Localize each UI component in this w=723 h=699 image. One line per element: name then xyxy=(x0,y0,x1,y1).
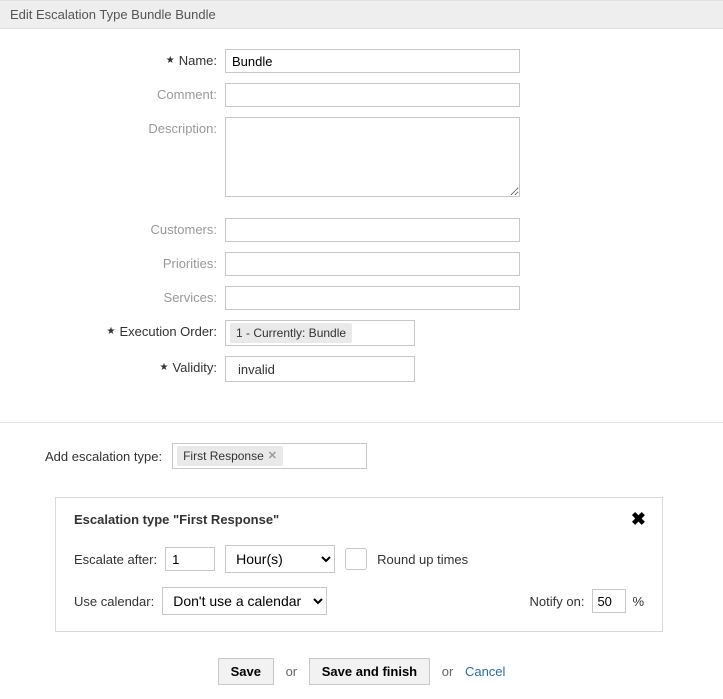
save-button[interactable]: Save xyxy=(218,658,274,685)
notify-suffix: % xyxy=(632,594,644,609)
round-up-checkbox[interactable] xyxy=(345,548,367,570)
comment-label: Comment: xyxy=(0,83,225,102)
use-calendar-label: Use calendar: xyxy=(74,594,154,609)
escalation-card-title: Escalation type "First Response" xyxy=(74,512,644,527)
close-icon[interactable]: ✖ xyxy=(631,510,646,528)
add-escalation-token: First Response ✕ xyxy=(177,446,283,466)
panel-title: Edit Escalation Type Bundle Bundle xyxy=(0,0,723,29)
required-star-icon: ★ xyxy=(159,362,168,373)
comment-input[interactable] xyxy=(225,83,520,107)
or-text-1: or xyxy=(286,664,298,679)
customers-label: Customers: xyxy=(0,218,225,237)
services-input[interactable] xyxy=(225,286,520,310)
notify-on-input[interactable] xyxy=(592,589,626,613)
execution-order-token: 1 - Currently: Bundle xyxy=(230,323,352,343)
escalate-after-input[interactable] xyxy=(165,547,215,571)
form-area: ★Name: Comment: Description: Customers: xyxy=(0,29,723,402)
description-textarea[interactable] xyxy=(225,117,520,197)
add-escalation-select[interactable]: First Response ✕ xyxy=(172,443,367,469)
customers-input[interactable] xyxy=(225,218,520,242)
notify-on-label: Notify on: xyxy=(530,594,585,609)
priorities-label: Priorities: xyxy=(0,252,225,271)
required-star-icon: ★ xyxy=(166,55,175,66)
remove-token-icon[interactable]: ✕ xyxy=(268,447,277,465)
divider xyxy=(0,422,723,423)
priorities-input[interactable] xyxy=(225,252,520,276)
or-text-2: or xyxy=(442,664,454,679)
services-label: Services: xyxy=(0,286,225,305)
validity-value: invalid xyxy=(232,360,281,379)
escalate-unit-select[interactable]: Hour(s) xyxy=(225,545,335,573)
execution-order-select[interactable]: 1 - Currently: Bundle xyxy=(225,320,415,346)
description-label: Description: xyxy=(0,117,225,136)
validity-label: ★Validity: xyxy=(0,356,225,375)
edit-escalation-panel: Edit Escalation Type Bundle Bundle ★Name… xyxy=(0,0,723,699)
escalate-after-label: Escalate after: xyxy=(74,552,157,567)
add-escalation-label: Add escalation type: xyxy=(45,449,162,464)
add-escalation-row: Add escalation type: First Response ✕ xyxy=(45,443,723,469)
name-label: ★Name: xyxy=(0,49,225,68)
footer-actions: Save or Save and finish or Cancel xyxy=(0,658,723,699)
save-and-finish-button[interactable]: Save and finish xyxy=(309,658,430,685)
escalation-card: ✖ Escalation type "First Response" Escal… xyxy=(55,497,663,632)
round-up-label: Round up times xyxy=(377,552,468,567)
cancel-link[interactable]: Cancel xyxy=(465,664,505,679)
validity-select[interactable]: invalid xyxy=(225,356,415,382)
execution-order-label: ★Execution Order: xyxy=(0,320,225,339)
name-input[interactable] xyxy=(225,49,520,73)
required-star-icon: ★ xyxy=(106,326,115,337)
